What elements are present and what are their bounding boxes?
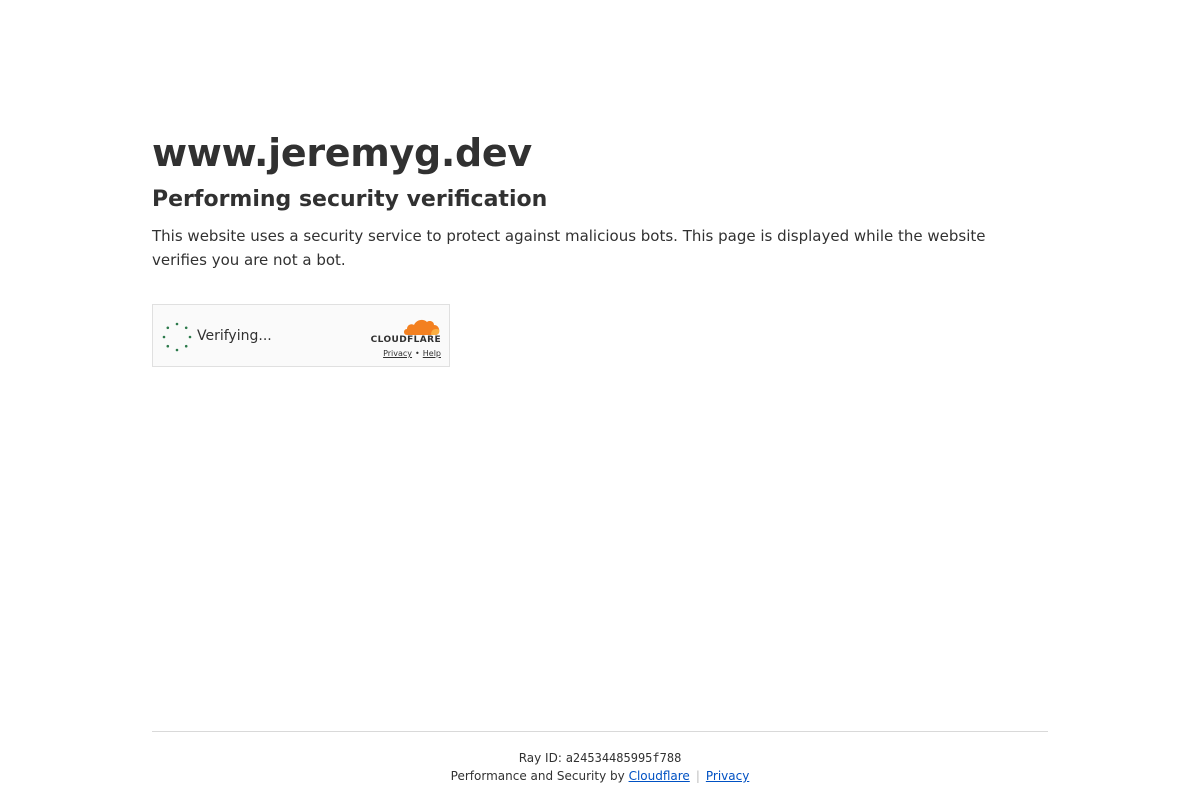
verification-description: This website uses a security service to … bbox=[152, 227, 986, 269]
performance-text: Performance and Security by bbox=[450, 769, 625, 783]
performance-line: Performance and Security by Cloudflare | P… bbox=[152, 767, 1048, 785]
widget-link-separator: • bbox=[415, 349, 420, 358]
ray-id-line: Ray ID: a24534485995f788 bbox=[152, 749, 1048, 767]
cloudflare-brand: CLOUDFLARE Privacy • Help bbox=[361, 317, 441, 358]
widget-privacy-link[interactable]: Privacy bbox=[383, 349, 412, 358]
footer-privacy-link[interactable]: Privacy bbox=[706, 769, 749, 783]
widget-links: Privacy • Help bbox=[383, 349, 441, 358]
turnstile-widget[interactable]: Verifying... CLOUDFLARE Privacy • Help bbox=[152, 304, 450, 367]
cloudflare-cloud-icon bbox=[404, 319, 440, 335]
footer-separator: | bbox=[695, 769, 700, 783]
verification-heading: Performing security verification bbox=[152, 187, 548, 212]
footer: Ray ID: a24534485995f788 Performance and… bbox=[152, 731, 1048, 785]
widget-help-link[interactable]: Help bbox=[423, 349, 441, 358]
ray-id-label: Ray ID: bbox=[518, 751, 562, 765]
cloudflare-link[interactable]: Cloudflare bbox=[629, 769, 690, 783]
challenge-page: www.jeremyg.dev Performing security veri… bbox=[0, 0, 1200, 800]
site-title: www.jeremyg.dev bbox=[152, 131, 532, 175]
cloudflare-wordmark: CLOUDFLARE bbox=[370, 335, 441, 345]
ray-id-value: a24534485995f788 bbox=[565, 751, 682, 765]
spinner-icon bbox=[162, 322, 192, 352]
main-content: www.jeremyg.dev Performing security veri… bbox=[152, 127, 1048, 367]
verifying-status: Verifying... bbox=[197, 328, 272, 344]
